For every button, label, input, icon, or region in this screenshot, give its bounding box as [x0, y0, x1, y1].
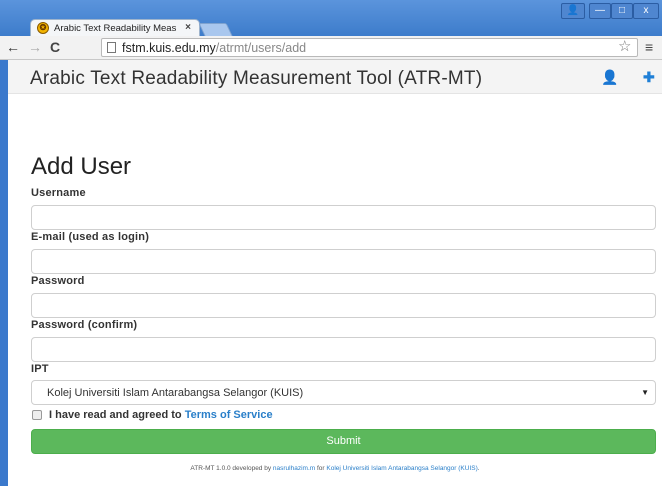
- back-icon[interactable]: ←: [6, 39, 20, 55]
- email-input[interactable]: [31, 249, 656, 274]
- org-link[interactable]: Kolej Universiti Islam Antarabangsa Sela…: [326, 465, 477, 472]
- favicon-icon: ✪: [37, 22, 49, 34]
- password-confirm-label: Password (confirm): [31, 319, 138, 331]
- username-input[interactable]: [31, 205, 656, 230]
- page-icon: [107, 42, 116, 53]
- submit-button[interactable]: Submit: [31, 429, 656, 454]
- ipt-label: IPT: [31, 363, 49, 375]
- browser-window: ✪ Arabic Text Readability Meas × 👤 — □ x…: [0, 0, 662, 486]
- chevron-down-icon: ▼: [641, 388, 649, 397]
- username-label: Username: [31, 187, 86, 199]
- browser-menu-icon[interactable]: ≡: [645, 39, 653, 55]
- browser-tab[interactable]: ✪ Arabic Text Readability Meas ×: [30, 19, 200, 37]
- tab-strip: ✪ Arabic Text Readability Meas × 👤 — □ x: [0, 0, 662, 38]
- maximize-button[interactable]: □: [611, 3, 633, 19]
- tab-close-icon[interactable]: ×: [185, 22, 191, 33]
- user-icon[interactable]: 👤: [601, 69, 618, 86]
- minimize-button[interactable]: —: [589, 3, 611, 19]
- terms-link[interactable]: Terms of Service: [185, 409, 273, 421]
- address-bar[interactable]: fstm.kuis.edu.my/atrmt/users/add: [101, 38, 638, 57]
- bookmark-star-icon[interactable]: ☆: [618, 37, 631, 55]
- url-text: fstm.kuis.edu.my/atrmt/users/add: [122, 41, 307, 55]
- plus-icon[interactable]: ✚: [643, 69, 655, 86]
- password-label: Password: [31, 275, 85, 287]
- password-input[interactable]: [31, 293, 656, 318]
- author-link[interactable]: nasrulhazim.m: [273, 465, 315, 472]
- ipt-selected-value: Kolej Universiti Islam Antarabangsa Sela…: [47, 387, 304, 399]
- terms-checkbox[interactable]: [32, 410, 42, 420]
- email-label: E-mail (used as login): [31, 231, 150, 243]
- page-content: Arabic Text Readability Measurement Tool…: [8, 60, 662, 486]
- tab-title: Arabic Text Readability Meas: [54, 23, 177, 34]
- close-window-button[interactable]: x: [633, 3, 659, 19]
- reload-icon[interactable]: C: [50, 39, 60, 55]
- site-navbar: Arabic Text Readability Measurement Tool…: [8, 60, 662, 94]
- terms-agree-text: I have read and agreed to Terms of Servi…: [49, 409, 273, 421]
- password-confirm-input[interactable]: [31, 337, 656, 362]
- profile-icon[interactable]: 👤: [561, 3, 585, 19]
- page-footer: ATR-MT 1.0.0 developed by nasrulhazim.m …: [190, 465, 480, 472]
- ipt-select[interactable]: Kolej Universiti Islam Antarabangsa Sela…: [31, 380, 656, 405]
- browser-toolbar: ← → C fstm.kuis.edu.my/atrmt/users/add ☆…: [0, 36, 662, 60]
- site-brand[interactable]: Arabic Text Readability Measurement Tool…: [30, 68, 482, 90]
- page-title: Add User: [31, 153, 132, 180]
- forward-icon[interactable]: →: [28, 39, 42, 55]
